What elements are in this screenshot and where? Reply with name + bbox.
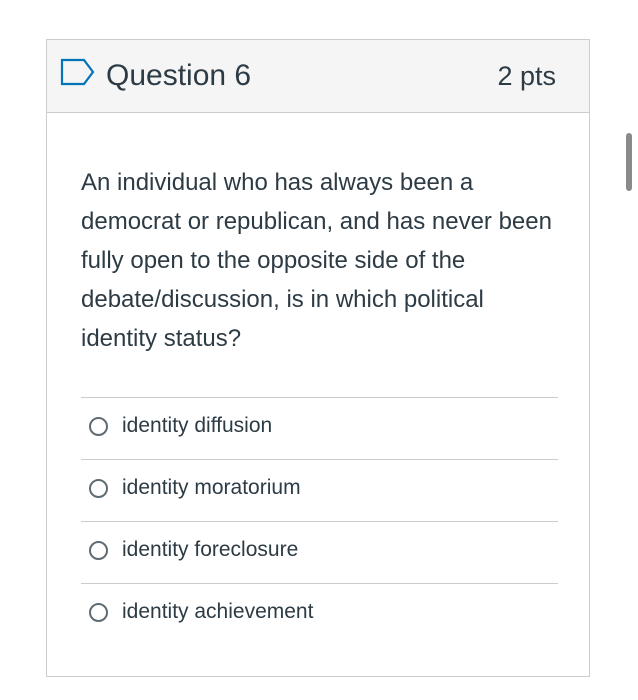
question-header: Question 6 2 pts: [47, 40, 589, 113]
answer-option[interactable]: identity foreclosure: [81, 522, 558, 584]
answer-label[interactable]: identity foreclosure: [122, 536, 298, 564]
radio-button[interactable]: [89, 479, 108, 498]
answer-list: identity diffusion identity moratorium i…: [81, 397, 558, 645]
question-title: Question 6: [106, 59, 252, 92]
radio-button[interactable]: [89, 603, 108, 622]
question-points: 2 pts: [497, 61, 556, 91]
answer-label[interactable]: identity achievement: [122, 598, 313, 626]
question-card: Question 6 2 pts An individual who has a…: [46, 39, 590, 677]
bookmark-flag-icon[interactable]: [60, 58, 96, 86]
answer-label[interactable]: identity moratorium: [122, 474, 301, 502]
answer-option[interactable]: identity diffusion: [81, 398, 558, 460]
answer-option[interactable]: identity achievement: [81, 584, 558, 645]
answer-label[interactable]: identity diffusion: [122, 412, 272, 440]
answer-option[interactable]: identity moratorium: [81, 460, 558, 522]
radio-button[interactable]: [89, 417, 108, 436]
question-text: An individual who has always been a demo…: [81, 169, 552, 352]
radio-button[interactable]: [89, 541, 108, 560]
scrollbar-thumb[interactable]: [626, 133, 632, 191]
